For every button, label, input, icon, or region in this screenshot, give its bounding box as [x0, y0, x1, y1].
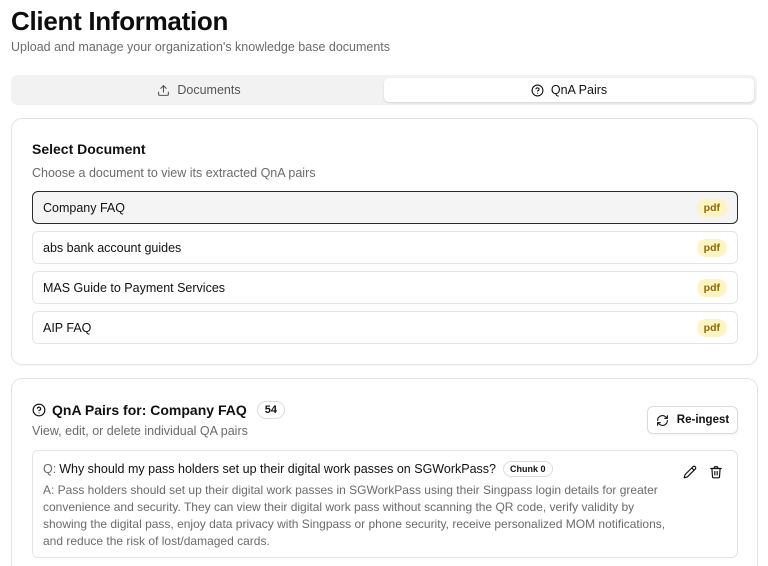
document-item-aip-faq[interactable]: AIP FAQ pdf: [32, 311, 738, 344]
qa-question-row: Q: Why should my pass holders set up the…: [43, 461, 727, 477]
tab-documents-label: Documents: [177, 83, 241, 97]
file-type-badge: pdf: [696, 238, 727, 257]
help-circle-icon: [32, 403, 46, 417]
upload-icon: [158, 84, 170, 96]
file-type-badge: pdf: [696, 278, 727, 297]
re-ingest-label: Re-ingest: [676, 414, 730, 426]
re-ingest-button[interactable]: Re-ingest: [647, 406, 738, 434]
edit-pencil-icon[interactable]: [683, 465, 697, 479]
tab-qna-pairs[interactable]: QnA Pairs: [384, 78, 754, 102]
tab-list: Documents QnA Pairs: [11, 75, 757, 105]
page-title: Client Information: [11, 6, 229, 36]
document-name: AIP FAQ: [43, 320, 92, 335]
qa-pair-item: Q: Why should my pass holders set up the…: [32, 450, 738, 558]
document-name: Company FAQ: [43, 200, 125, 215]
qna-pairs-header: QnA Pairs for: Company FAQ 54: [32, 401, 285, 419]
qna-pairs-title: QnA Pairs for: Company FAQ: [52, 402, 247, 418]
document-item-abs-bank-account-guides[interactable]: abs bank account guides pdf: [32, 231, 738, 264]
file-type-badge: pdf: [696, 318, 727, 337]
trash-icon[interactable]: [709, 465, 723, 479]
help-circle-icon: [531, 84, 544, 96]
document-name: MAS Guide to Payment Services: [43, 280, 226, 295]
document-name: abs bank account guides: [43, 240, 182, 255]
question-text: Why should my pass holders set up their …: [59, 462, 496, 476]
file-type-badge: pdf: [696, 198, 727, 217]
tab-documents[interactable]: Documents: [14, 78, 384, 102]
document-item-company-faq[interactable]: Company FAQ pdf: [32, 191, 738, 224]
refresh-icon: [656, 414, 668, 426]
qna-pairs-description: View, edit, or delete individual QA pair…: [32, 424, 248, 438]
tab-qna-pairs-label: QnA Pairs: [550, 83, 608, 97]
page-subtitle: Upload and manage your organization's kn…: [11, 40, 391, 54]
select-document-title: Select Document: [32, 141, 146, 157]
document-item-mas-guide[interactable]: MAS Guide to Payment Services pdf: [32, 271, 738, 304]
qna-pairs-card: QnA Pairs for: Company FAQ 54 View, edit…: [11, 378, 758, 566]
chunk-badge: Chunk 0: [502, 461, 553, 477]
qna-count-badge: 54: [256, 401, 285, 419]
question-prefix: Q:: [43, 462, 57, 476]
qa-actions: [683, 465, 723, 479]
answer-text: A: Pass holders should set up their digi…: [43, 483, 666, 548]
select-document-description: Choose a document to view its extracted …: [32, 166, 316, 180]
select-document-card: Select Document Choose a document to vie…: [11, 118, 758, 365]
